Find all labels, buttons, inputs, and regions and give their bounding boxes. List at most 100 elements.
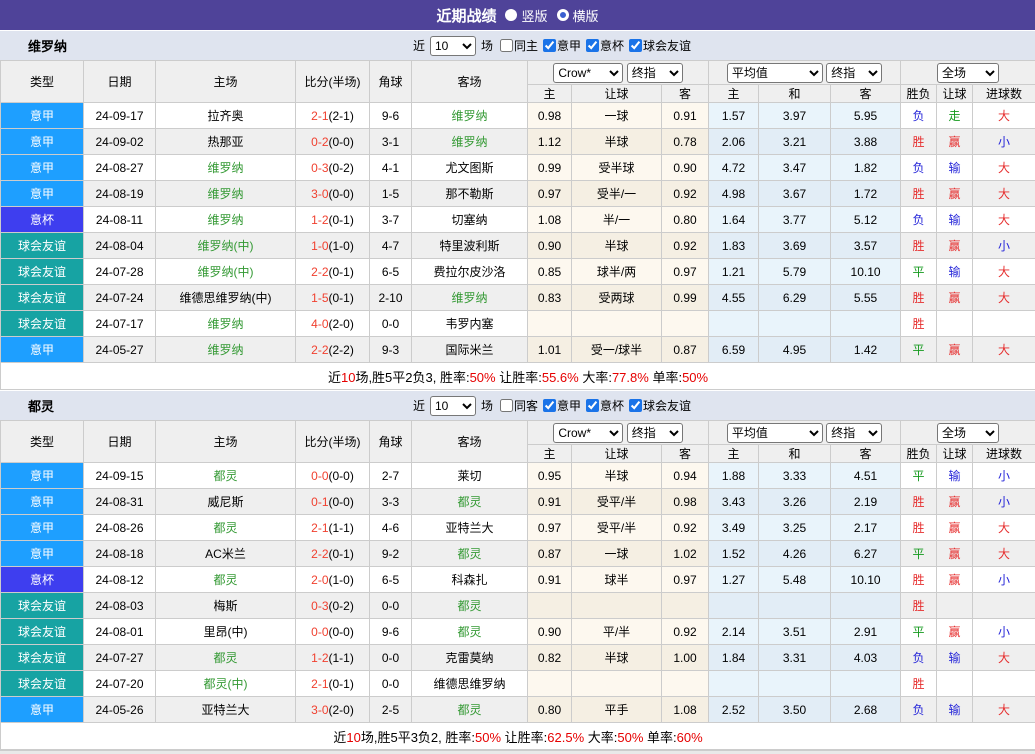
score-cell: 1-0(1-0) <box>296 233 370 259</box>
goals-result-cell: 大 <box>973 541 1035 567</box>
league-cell: 意甲 <box>1 697 84 723</box>
layout-option-vertical[interactable]: 竖版 <box>505 6 547 25</box>
score-halftime: (0-2) <box>329 599 354 613</box>
result-cell: 负 <box>901 155 937 181</box>
avg-home-cell: 1.27 <box>709 567 759 593</box>
score-fulltime: 2-2 <box>311 343 328 357</box>
avg-away-cell <box>831 671 901 697</box>
filter-option-意甲[interactable]: 意甲 <box>539 397 581 414</box>
crow-away-odds-cell: 0.80 <box>662 207 709 233</box>
filter-option-球会友谊[interactable]: 球会友谊 <box>625 37 691 54</box>
filter-checkbox-label: 意甲 <box>557 397 581 414</box>
score-cell: 3-0(0-0) <box>296 181 370 207</box>
summary-row: 近10场,胜5平3负2, 胜率:50% 让胜率:62.5% 大率:50% 单率:… <box>1 723 1035 750</box>
handicap-result-cell <box>937 311 973 337</box>
handicap-result-cell: 输 <box>937 645 973 671</box>
match-row: 意甲24-08-18AC米兰2-2(0-1)9-2都灵0.87一球1.021.5… <box>1 541 1035 567</box>
crow-home-odds-cell: 0.80 <box>528 697 572 723</box>
corner-cell: 3-7 <box>370 207 412 233</box>
filter-option-意甲[interactable]: 意甲 <box>539 37 581 54</box>
filter-checkbox[interactable] <box>500 39 513 52</box>
filter-option-球会友谊[interactable]: 球会友谊 <box>625 397 691 414</box>
col-header-crow-away: 客 <box>662 445 709 463</box>
radio-selected-icon[interactable] <box>505 9 517 21</box>
score-cell: 4-0(2-0) <box>296 311 370 337</box>
filter-checkbox[interactable] <box>543 39 556 52</box>
filter-checkbox[interactable] <box>500 399 513 412</box>
avg-home-cell: 3.43 <box>709 489 759 515</box>
corner-cell: 3-1 <box>370 129 412 155</box>
score-fulltime: 0-0 <box>311 469 328 483</box>
filter-checkbox-label: 球会友谊 <box>643 397 691 414</box>
avg-away-cell: 6.27 <box>831 541 901 567</box>
avg-away-cell: 3.57 <box>831 233 901 259</box>
bookmaker-select[interactable]: Crow* <box>553 63 623 83</box>
avg-away-cell: 1.42 <box>831 337 901 363</box>
filter-checkbox[interactable] <box>629 39 642 52</box>
match-row: 意甲24-08-26都灵2-1(1-1)4-6亚特兰大0.97受平/半0.923… <box>1 515 1035 541</box>
home-team-cell: 威尼斯 <box>156 489 296 515</box>
summary-segment: 近 <box>328 370 341 385</box>
radio-unselected-icon[interactable] <box>557 9 569 21</box>
score-halftime: (2-1) <box>329 109 354 123</box>
match-count-select[interactable]: 10 <box>430 36 476 56</box>
match-row: 意甲24-09-02热那亚0-2(0-0)3-1维罗纳1.12半球0.782.0… <box>1 129 1035 155</box>
crow-select-group: Crow* 终指 <box>528 61 709 85</box>
match-count-select[interactable]: 10 <box>430 396 476 416</box>
filter-option-意杯[interactable]: 意杯 <box>582 37 624 54</box>
match-row: 意甲24-08-27维罗纳0-3(0-2)4-1尤文图斯0.99受半球0.904… <box>1 155 1035 181</box>
layout-option-horizontal[interactable]: 横版 <box>557 6 599 25</box>
filter-games-label: 场 <box>481 397 493 414</box>
final-odds-select-2[interactable]: 终指 <box>826 63 882 83</box>
avg-home-cell: 3.49 <box>709 515 759 541</box>
league-cell: 意甲 <box>1 181 84 207</box>
avg-home-cell: 4.72 <box>709 155 759 181</box>
filter-checkbox[interactable] <box>629 399 642 412</box>
corner-cell: 9-2 <box>370 541 412 567</box>
filter-option-意杯[interactable]: 意杯 <box>582 397 624 414</box>
score-cell: 0-3(0-2) <box>296 593 370 619</box>
full-match-select[interactable]: 全场 <box>937 423 999 443</box>
score-fulltime: 1-2 <box>311 651 328 665</box>
final-odds-select[interactable]: 终指 <box>627 63 683 83</box>
crow-handicap-cell: 半/一 <box>572 207 662 233</box>
score-cell: 0-3(0-2) <box>296 155 370 181</box>
goals-result-cell: 小 <box>973 619 1035 645</box>
avg-away-cell: 2.17 <box>831 515 901 541</box>
team-name: 都灵 <box>28 396 54 415</box>
handicap-result-cell: 赢 <box>937 337 973 363</box>
filter-option-同客[interactable]: 同客 <box>496 397 538 414</box>
average-select[interactable]: 平均值 <box>727 423 823 443</box>
final-odds-select[interactable]: 终指 <box>627 423 683 443</box>
match-row: 球会友谊24-07-20都灵(中)2-1(0-1)0-0维德思维罗纳胜 <box>1 671 1035 697</box>
final-odds-select-2[interactable]: 终指 <box>826 423 882 443</box>
home-team-cell: AC米兰 <box>156 541 296 567</box>
result-cell: 负 <box>901 207 937 233</box>
bookmaker-select[interactable]: Crow* <box>553 423 623 443</box>
result-cell: 胜 <box>901 311 937 337</box>
crow-handicap-cell: 受平/半 <box>572 515 662 541</box>
match-row: 球会友谊24-07-17维罗纳4-0(2-0)0-0韦罗内塞胜 <box>1 311 1035 337</box>
score-cell: 0-2(0-0) <box>296 129 370 155</box>
filter-checkbox[interactable] <box>543 399 556 412</box>
matches-table-verona: 类型 日期 主场 比分(半场) 角球 客场 Crow* 终指 平均值 终指 全场… <box>0 60 1035 390</box>
crow-away-odds-cell: 0.92 <box>662 515 709 541</box>
filter-option-同主[interactable]: 同主 <box>496 37 538 54</box>
date-cell: 24-08-31 <box>84 489 156 515</box>
summary-segment: 场,胜5平3负2, 胜率: <box>361 730 475 745</box>
filter-checkbox[interactable] <box>586 399 599 412</box>
league-cell: 球会友谊 <box>1 259 84 285</box>
home-team-cell: 热那亚 <box>156 129 296 155</box>
away-team-cell: 国际米兰 <box>412 337 528 363</box>
crow-away-odds-cell: 0.92 <box>662 233 709 259</box>
average-select[interactable]: 平均值 <box>727 63 823 83</box>
crow-handicap-cell: 半球 <box>572 233 662 259</box>
avg-away-cell: 5.95 <box>831 103 901 129</box>
away-team-cell: 韦罗内塞 <box>412 311 528 337</box>
handicap-result-cell: 赢 <box>937 285 973 311</box>
result-cell: 平 <box>901 619 937 645</box>
full-match-select[interactable]: 全场 <box>937 63 999 83</box>
score-fulltime: 0-1 <box>311 495 328 509</box>
home-team-cell: 亚特兰大 <box>156 697 296 723</box>
filter-checkbox[interactable] <box>586 39 599 52</box>
